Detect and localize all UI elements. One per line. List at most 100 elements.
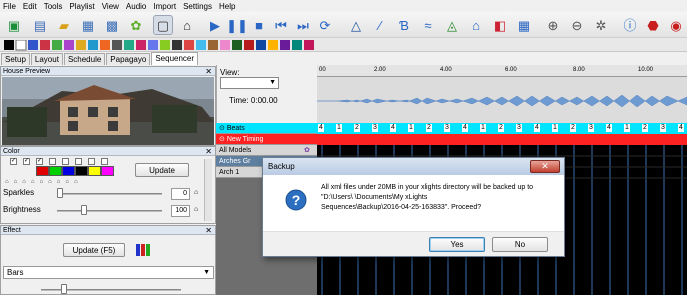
- lock-icon[interactable]: ⌂: [194, 206, 198, 213]
- effect-select[interactable]: Bars ▼: [3, 266, 214, 279]
- beat-marker[interactable]: 4: [678, 124, 684, 132]
- effect-icons-strip[interactable]: [4, 40, 314, 51]
- new-file-icon[interactable]: ▤: [30, 15, 50, 35]
- settings-gear-icon[interactable]: ✲: [591, 15, 611, 35]
- lock-icons-row[interactable]: ⌂⌂⌂⌂⌂⌂⌂⌂⌂: [5, 179, 83, 185]
- no-button[interactable]: No: [492, 237, 548, 252]
- palette-swatch-magenta[interactable]: [101, 166, 114, 176]
- play-icon[interactable]: ▶: [205, 15, 225, 35]
- sparkles-slider[interactable]: [57, 193, 162, 195]
- menu-file[interactable]: File: [3, 2, 16, 11]
- timeline-ruler[interactable]: [317, 65, 687, 77]
- effect-slider-thumb[interactable]: [61, 284, 67, 294]
- beat-marker[interactable]: 1: [480, 124, 486, 132]
- beat-marker[interactable]: 4: [462, 124, 468, 132]
- effect-drawing-icon[interactable]: △: [346, 15, 366, 35]
- open-folder-icon[interactable]: ▣: [4, 15, 24, 35]
- save-as-icon[interactable]: ▩: [102, 15, 122, 35]
- beat-marker[interactable]: 1: [552, 124, 558, 132]
- beat-marker[interactable]: 3: [516, 124, 522, 132]
- paste-mode-icon[interactable]: ▢: [153, 15, 173, 35]
- beat-marker[interactable]: 4: [318, 124, 324, 132]
- palette-checkbox[interactable]: ✓: [10, 158, 17, 165]
- dialog-title-bar[interactable]: Backup ✕: [263, 158, 564, 175]
- menu-view[interactable]: View: [102, 2, 119, 11]
- timing-toggle-icon[interactable]: ⊙: [219, 125, 225, 132]
- zoom-in-icon[interactable]: ⊕: [543, 15, 563, 35]
- row-label-new-timing[interactable]: ⊙ New Timing: [216, 134, 317, 145]
- color-palette-icon[interactable]: ◧: [490, 15, 510, 35]
- matrix-icon[interactable]: ▦: [514, 15, 534, 35]
- palette-swatch-black[interactable]: [75, 166, 88, 176]
- palette-checkbox[interactable]: [75, 158, 82, 165]
- beat-marker[interactable]: 2: [642, 124, 648, 132]
- effect-update-button[interactable]: Update (F5): [63, 243, 125, 257]
- repeat-icon[interactable]: ⟳: [315, 15, 335, 35]
- yes-button[interactable]: Yes: [429, 237, 485, 252]
- pause-icon[interactable]: ❚❚: [226, 15, 248, 35]
- palette-checkbox[interactable]: ✓: [36, 158, 43, 165]
- palette-swatch-blue[interactable]: [62, 166, 75, 176]
- palette-checkbox[interactable]: ✓: [23, 158, 30, 165]
- brightness-value[interactable]: 100: [171, 205, 190, 217]
- fast-forward-icon[interactable]: ⏭: [293, 15, 313, 35]
- palette-swatch-red[interactable]: [36, 166, 49, 176]
- palette-swatch-yellow[interactable]: [88, 166, 101, 176]
- close-icon[interactable]: ✕: [205, 147, 212, 156]
- beat-marker[interactable]: 4: [390, 124, 396, 132]
- row-label-all-models[interactable]: All Models ✿: [216, 145, 317, 156]
- output-toggle-icon[interactable]: ◉: [666, 15, 686, 35]
- beat-marker[interactable]: 3: [588, 124, 594, 132]
- palette-checkbox[interactable]: [101, 158, 108, 165]
- tab-papagayo[interactable]: Papagayo: [106, 53, 151, 65]
- tab-sequencer[interactable]: Sequencer: [151, 52, 199, 65]
- palette-checkbox[interactable]: [62, 158, 69, 165]
- close-icon[interactable]: ✕: [205, 67, 212, 76]
- beat-marker[interactable]: 1: [624, 124, 630, 132]
- beat-marker[interactable]: 2: [498, 124, 504, 132]
- render-icon[interactable]: ✿: [126, 15, 146, 35]
- menu-import[interactable]: Import: [153, 2, 176, 11]
- volume-icon[interactable]: ⁄: [370, 15, 390, 35]
- row-label-beats[interactable]: ⊙ Beats: [216, 123, 317, 134]
- save-icon[interactable]: ▦: [78, 15, 98, 35]
- beat-marker[interactable]: 1: [336, 124, 342, 132]
- stop-icon[interactable]: ■: [249, 15, 269, 35]
- rewind-icon[interactable]: ⏮: [271, 15, 291, 35]
- lock-icon[interactable]: ⌂: [194, 189, 198, 196]
- house-icon[interactable]: ⌂: [466, 15, 486, 35]
- menu-playlist[interactable]: Playlist: [69, 2, 94, 11]
- color-panel-scrollbar[interactable]: [204, 159, 212, 221]
- text-effect-icon[interactable]: Ɓ: [394, 15, 414, 35]
- beat-marker[interactable]: 3: [660, 124, 666, 132]
- beat-marker[interactable]: 2: [426, 124, 432, 132]
- sparkles-value[interactable]: 0: [171, 188, 190, 200]
- brightness-slider-thumb[interactable]: [81, 205, 87, 215]
- info-icon[interactable]: ⓘ: [620, 15, 640, 35]
- folder-icon[interactable]: ▰: [54, 15, 74, 35]
- beat-marker[interactable]: 4: [534, 124, 540, 132]
- beat-marker[interactable]: 2: [570, 124, 576, 132]
- menu-help[interactable]: Help: [219, 2, 235, 11]
- palette-checkbox[interactable]: [88, 158, 95, 165]
- dialog-close-button[interactable]: ✕: [530, 160, 560, 173]
- zoom-out-icon[interactable]: ⊖: [567, 15, 587, 35]
- menu-settings[interactable]: Settings: [183, 2, 212, 11]
- menu-audio[interactable]: Audio: [126, 2, 146, 11]
- color-update-button[interactable]: Update: [135, 163, 189, 177]
- brightness-slider[interactable]: [57, 210, 162, 212]
- menu-tools[interactable]: Tools: [44, 2, 63, 11]
- grid-effect-icon[interactable]: ◬: [442, 15, 462, 35]
- view-select[interactable]: ▼: [220, 77, 279, 89]
- waveform-panel[interactable]: 00 2.00 4.00 6.00 8.00 10.00: [317, 65, 687, 123]
- close-icon[interactable]: ✕: [205, 226, 212, 235]
- beat-marker[interactable]: 3: [444, 124, 450, 132]
- menu-edit[interactable]: Edit: [23, 2, 37, 11]
- beat-marker[interactable]: 4: [606, 124, 612, 132]
- curve-icon[interactable]: ≈: [418, 15, 438, 35]
- beat-marker[interactable]: 2: [354, 124, 360, 132]
- palette-swatch-green[interactable]: [49, 166, 62, 176]
- lock-icon[interactable]: ⌂: [177, 15, 197, 35]
- stop-sign-icon[interactable]: ⬣: [643, 15, 663, 35]
- tab-setup[interactable]: Setup: [1, 53, 30, 65]
